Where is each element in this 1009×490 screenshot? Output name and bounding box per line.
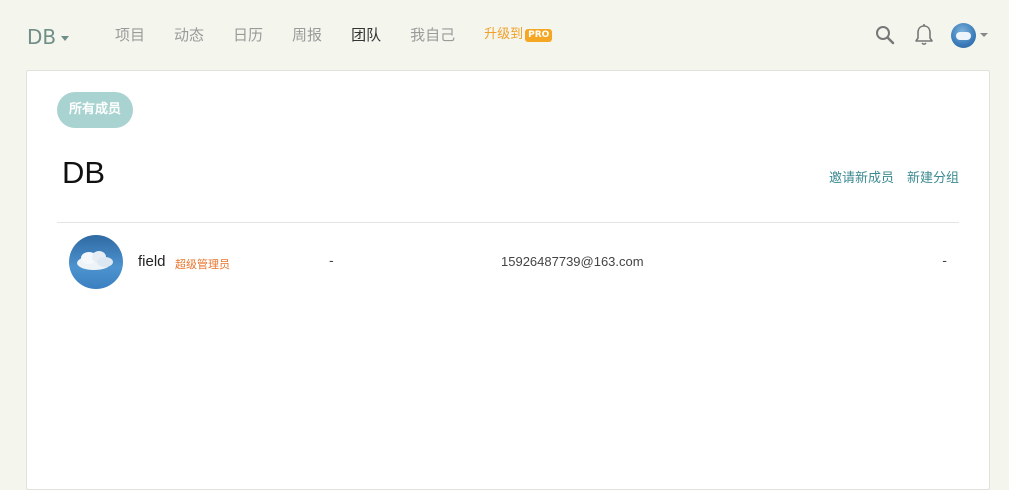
- new-group-link[interactable]: 新建分组: [907, 167, 959, 186]
- nav-projects[interactable]: 项目: [115, 24, 145, 46]
- top-navigation-bar: DB 项目 动态 日历 周报 团队 我自己 升级到 PRO: [0, 0, 1009, 70]
- team-panel: 所有成员 DB 邀请新成员 新建分组 field 超级管理员 - 1592648…: [26, 70, 990, 490]
- chevron-down-icon: [980, 33, 988, 37]
- member-row[interactable]: field 超级管理员 - 15926487739@163.com -: [57, 223, 959, 303]
- user-avatar: [951, 22, 976, 48]
- all-members-filter[interactable]: 所有成员: [57, 92, 134, 128]
- upgrade-label: 升级到: [484, 27, 524, 42]
- team-actions: 邀请新成员 新建分组: [816, 167, 959, 186]
- member-column-2: -: [329, 254, 334, 269]
- search-icon[interactable]: [874, 24, 896, 46]
- nav-team[interactable]: 团队: [351, 24, 381, 46]
- nav-activity[interactable]: 动态: [174, 24, 204, 46]
- nav-weekly-report[interactable]: 周报: [292, 24, 322, 46]
- member-avatar: [69, 235, 123, 289]
- chevron-down-icon: [61, 35, 70, 41]
- member-name: field: [138, 253, 166, 270]
- pro-badge: PRO: [525, 28, 553, 42]
- workspace-name: DB: [27, 25, 57, 49]
- user-menu[interactable]: [951, 22, 991, 48]
- main-nav: 项目 动态 日历 周报 团队 我自己 升级到 PRO: [115, 24, 581, 46]
- invite-member-link[interactable]: 邀请新成员: [829, 167, 894, 186]
- member-column-4: -: [942, 254, 947, 269]
- bell-icon[interactable]: [913, 23, 935, 47]
- nav-myself[interactable]: 我自己: [410, 24, 455, 46]
- member-role-badge: 超级管理员: [175, 258, 230, 271]
- upgrade-pro-link[interactable]: 升级到 PRO: [484, 24, 553, 46]
- member-email: 15926487739@163.com: [501, 254, 644, 269]
- nav-calendar[interactable]: 日历: [233, 24, 263, 46]
- workspace-switcher[interactable]: DB: [27, 25, 70, 49]
- team-title: DB: [62, 155, 106, 190]
